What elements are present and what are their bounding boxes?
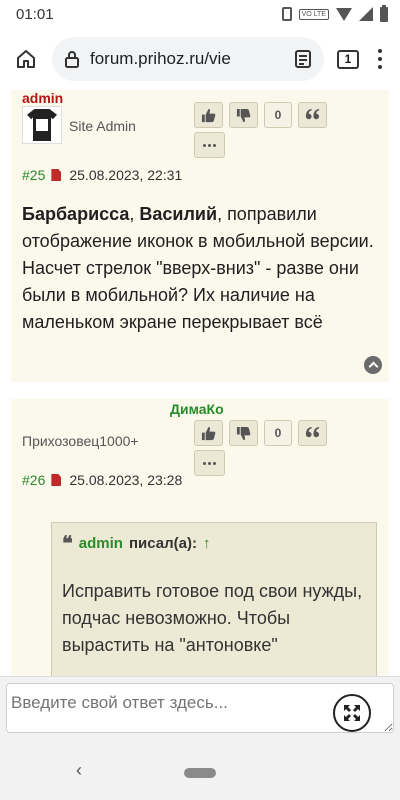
quote-wrote-label: писал(а):	[128, 535, 197, 552]
thumbs-up-icon	[201, 108, 216, 122]
vote-count: 0	[264, 102, 292, 128]
quote-author-link[interactable]: admin	[79, 535, 123, 552]
reader-mode-icon[interactable]	[294, 49, 312, 69]
home-pill-icon[interactable]	[184, 768, 216, 778]
forum-post: ДимаКо Прихозовец1000+ 0 #26 25.08.2023,…	[11, 399, 389, 676]
battery-icon	[380, 4, 388, 22]
dot-icon	[208, 461, 211, 465]
user-rank: Прихозовец1000+	[22, 433, 139, 449]
vote-controls: 0	[194, 420, 327, 446]
expand-arrows-icon	[344, 705, 360, 721]
vibrate-icon	[281, 7, 292, 21]
dislike-button[interactable]	[229, 420, 258, 446]
avatar	[22, 106, 62, 144]
dot-icon	[213, 461, 216, 465]
home-icon	[17, 50, 35, 68]
signal-icon	[359, 7, 373, 21]
vote-count: 0	[264, 420, 292, 446]
dislike-button[interactable]	[229, 102, 258, 128]
thumbs-down-icon	[236, 108, 251, 122]
lte-icon: VO LTE	[298, 8, 329, 20]
user-rank: Site Admin	[69, 118, 136, 134]
page-content: admin Site Admin 0 #25 25.08.2023, 22:31…	[0, 90, 400, 676]
post-number-link[interactable]: #26	[22, 472, 45, 488]
dot-icon	[203, 461, 206, 465]
post-file-icon	[51, 474, 62, 486]
quote-block: ❝ admin писал(а): ↑ Исправить готовое по…	[51, 522, 377, 676]
mentioned-user: Барбарисса	[22, 204, 130, 224]
lock-icon	[65, 51, 79, 68]
post-meta: #25 25.08.2023, 22:31	[22, 167, 182, 183]
tshirt-icon	[27, 109, 57, 141]
status-bar: 01:01 VO LTE	[0, 0, 400, 28]
thumbs-up-icon	[201, 426, 216, 440]
quote-text: Исправить готовое под свои нужды, подчас…	[62, 581, 363, 655]
more-options-button[interactable]	[194, 450, 225, 476]
post-body: Барбарисса, Василий, поправили отображен…	[22, 201, 378, 336]
more-options-button[interactable]	[194, 132, 225, 158]
post-number-link[interactable]: #25	[22, 167, 45, 183]
browser-menu-button[interactable]	[366, 39, 394, 79]
expand-editor-button[interactable]	[333, 694, 371, 732]
quote-button[interactable]	[298, 102, 327, 128]
post-file-icon	[51, 169, 62, 181]
menu-dot-icon	[378, 49, 382, 53]
scroll-to-top-icon[interactable]	[364, 356, 382, 374]
body-separator: ,	[129, 204, 140, 224]
system-nav-bar: ‹	[0, 736, 400, 800]
like-button[interactable]	[194, 102, 223, 128]
menu-dot-icon	[378, 65, 382, 69]
post-author[interactable]: ДимаКо	[170, 401, 224, 417]
quote-button[interactable]	[298, 420, 327, 446]
tab-count: 1	[337, 49, 359, 69]
mentioned-user: Василий	[139, 204, 218, 224]
menu-dot-icon	[378, 57, 382, 61]
post-date: 25.08.2023, 22:31	[69, 167, 183, 183]
quote-source-link[interactable]: ↑	[203, 535, 211, 552]
dot-icon	[203, 143, 206, 147]
dot-icon	[213, 143, 216, 147]
vote-controls: 0	[194, 102, 327, 128]
post-meta: #26 25.08.2023, 23:28	[22, 472, 182, 488]
browser-toolbar: forum.prihoz.ru/vie 1	[0, 28, 400, 90]
post-date: 25.08.2023, 23:28	[69, 472, 183, 488]
dot-icon	[208, 143, 211, 147]
status-icons: VO LTE	[281, 4, 388, 22]
post-author[interactable]: admin	[22, 90, 63, 106]
quote-header: ❝ admin писал(а): ↑	[62, 531, 366, 555]
address-bar[interactable]: forum.prihoz.ru/vie	[52, 37, 324, 81]
back-icon[interactable]: ‹	[76, 760, 82, 781]
wifi-icon	[336, 7, 352, 21]
url-text: forum.prihoz.ru/vie	[90, 49, 231, 68]
quick-reply-bar	[0, 676, 400, 736]
home-button[interactable]	[6, 39, 46, 79]
quote-mark-icon: ❝	[62, 531, 73, 555]
like-button[interactable]	[194, 420, 223, 446]
quote-icon	[305, 108, 320, 119]
thumbs-down-icon	[236, 426, 251, 440]
quote-icon	[305, 426, 320, 437]
forum-post: admin Site Admin 0 #25 25.08.2023, 22:31…	[11, 90, 389, 382]
status-time: 01:01	[16, 5, 54, 23]
tab-switcher-button[interactable]: 1	[330, 39, 366, 79]
